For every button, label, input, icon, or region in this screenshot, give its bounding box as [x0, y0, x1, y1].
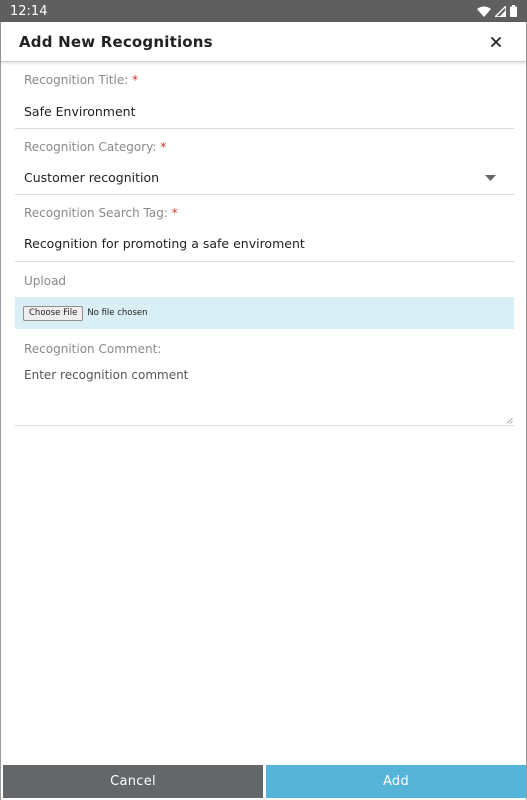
recognition-comment-input[interactable] [15, 360, 514, 426]
upload-label: Upload [24, 274, 67, 288]
add-button[interactable]: Add [266, 765, 526, 798]
battery-icon [510, 5, 517, 17]
dialog: Add New Recognitions Recognition Title: … [0, 22, 527, 800]
cell-signal-icon [495, 5, 506, 17]
wifi-icon [477, 6, 491, 17]
recognition-comment-field: Recognition Comment: [15, 330, 514, 426]
status-time: 12:14 [10, 3, 48, 19]
recognition-search-tag-label: Recognition Search Tag: * [24, 206, 178, 220]
recognition-title-input[interactable]: Safe Environment [15, 104, 135, 119]
upload-field: Upload Choose File No file chosen [15, 262, 514, 330]
resize-grip-icon[interactable] [506, 417, 513, 424]
recognition-title-field[interactable]: Recognition Title: * Safe Environment [15, 62, 514, 129]
required-mark: * [132, 73, 139, 87]
status-icons [477, 5, 517, 17]
cancel-button[interactable]: Cancel [3, 765, 263, 798]
close-icon [491, 36, 501, 47]
required-mark: * [171, 206, 178, 220]
recognition-search-tag-input[interactable]: Recognition for promoting a safe envirom… [15, 236, 305, 251]
dropdown-caret-icon[interactable] [485, 175, 496, 181]
recognition-category-select[interactable]: Customer recognition [15, 170, 159, 185]
recognition-category-field[interactable]: Recognition Category: * Customer recogni… [15, 129, 514, 195]
dialog-title: Add New Recognitions [19, 32, 213, 51]
file-input[interactable]: Choose File No file chosen [15, 297, 514, 329]
dialog-header: Add New Recognitions [1, 22, 526, 62]
file-status: No file chosen [87, 308, 148, 318]
status-bar: 12:14 [0, 0, 527, 22]
recognition-comment-label: Recognition Comment: [24, 342, 162, 356]
close-button[interactable] [486, 32, 506, 52]
recognition-category-label: Recognition Category: * [24, 140, 167, 154]
recognition-form: Recognition Title: * Safe Environment Re… [15, 62, 514, 426]
recognition-search-tag-field[interactable]: Recognition Search Tag: * Recognition fo… [15, 195, 514, 262]
recognition-title-label: Recognition Title: * [24, 73, 139, 87]
required-mark: * [160, 140, 167, 154]
dialog-footer: Cancel Add [3, 765, 526, 798]
choose-file-button[interactable]: Choose File [23, 305, 84, 321]
